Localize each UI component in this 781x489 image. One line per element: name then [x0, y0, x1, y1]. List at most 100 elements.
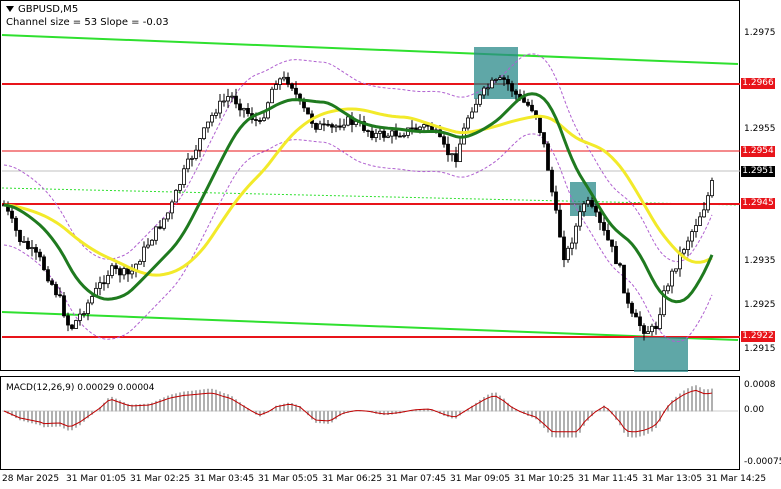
macd-bar: [75, 411, 77, 428]
candle-body: [654, 325, 658, 329]
candle-body: [138, 261, 142, 265]
candle-body: [674, 268, 678, 272]
candle-body: [234, 95, 238, 105]
candle-body: [686, 240, 690, 251]
candle-body: [510, 83, 514, 92]
price-tick: 1.2935: [744, 256, 776, 266]
macd-bar: [451, 411, 453, 419]
candle-body: [542, 132, 546, 145]
price-tick: 1.2925: [744, 300, 776, 310]
candle-body: [222, 100, 226, 103]
candle-body: [526, 101, 530, 106]
candle-body: [246, 108, 250, 114]
candle-body: [378, 130, 382, 134]
candle-body: [290, 83, 294, 89]
candle-body: [106, 275, 110, 285]
candle-body: [190, 157, 194, 160]
price-tick: 1.2955: [744, 124, 776, 134]
candle-body: [574, 225, 578, 244]
macd-bar: [79, 411, 81, 426]
candle-body: [502, 77, 506, 80]
candle-body: [606, 230, 610, 241]
candle-body: [490, 79, 494, 89]
macd-bar: [55, 411, 57, 427]
candle-body: [38, 251, 42, 258]
candle-body: [594, 206, 598, 213]
candle-body: [218, 100, 222, 114]
candle-body: [254, 119, 258, 121]
candle-body: [446, 143, 450, 156]
macd-bar: [547, 411, 549, 433]
macd-bar: [683, 390, 685, 412]
macd-bar: [383, 411, 385, 416]
candle-body: [610, 239, 614, 247]
macd-bar: [183, 391, 185, 412]
macd-bar: [647, 411, 649, 434]
macd-bar: [551, 411, 553, 438]
candle-body: [10, 210, 14, 219]
channel-info: Channel size = 53 Slope = -0.03: [6, 17, 169, 28]
candle-body: [618, 263, 622, 266]
macd-bar: [47, 411, 49, 428]
macd-bar: [27, 411, 29, 423]
macd-bar: [579, 411, 581, 433]
candle-body: [558, 209, 562, 238]
candle-body: [666, 285, 670, 292]
candle-body: [382, 130, 386, 138]
macd-bar: [327, 411, 329, 424]
price-tag-support: 1.2922: [741, 331, 775, 342]
macd-bar: [71, 411, 73, 431]
macd-bar: [19, 411, 21, 421]
macd-bar: [331, 411, 333, 423]
candle-body: [214, 112, 218, 116]
time-label: 28 Mar 2025: [2, 474, 60, 484]
time-label: 31 Mar 01:05: [66, 474, 127, 484]
candle-body: [710, 180, 714, 197]
candle-body: [346, 116, 350, 126]
candle-body: [142, 246, 146, 262]
candle-body: [26, 240, 30, 250]
candle-body: [550, 169, 554, 193]
macd-bar: [559, 411, 561, 438]
macd-bar: [219, 391, 221, 412]
macd-bar: [495, 392, 497, 412]
candle-body: [646, 331, 650, 334]
trading-chart[interactable]: GBPUSD,M5 Channel size = 53 Slope = -0.0…: [0, 0, 781, 489]
macd-bar: [651, 411, 653, 432]
candle-body: [414, 127, 418, 131]
macd-bar: [39, 411, 41, 426]
macd-bar: [35, 411, 37, 425]
candle-body: [418, 126, 422, 131]
time-label: 31 Mar 02:25: [130, 474, 191, 484]
macd-bar: [387, 411, 389, 415]
macd-bar: [223, 393, 225, 412]
time-label: 31 Mar 14:25: [706, 474, 767, 484]
candle-body: [158, 226, 162, 229]
macd-bar: [687, 388, 689, 412]
candle-body: [658, 314, 662, 329]
macd-bar: [171, 394, 173, 412]
time-label: 31 Mar 10:25: [514, 474, 575, 484]
candle-body: [578, 211, 582, 227]
candle-body: [690, 231, 694, 242]
candle-body: [570, 242, 574, 249]
candle-body: [82, 313, 86, 315]
macd-bar: [703, 389, 705, 412]
macd-bar: [23, 411, 25, 422]
candle-body: [430, 125, 434, 131]
macd-bar: [51, 411, 53, 427]
candle-body: [150, 239, 154, 246]
macd-bar: [195, 390, 197, 412]
candle-body: [242, 108, 246, 111]
macd-bar: [631, 411, 633, 438]
macd-bar: [215, 389, 217, 412]
candle-body: [498, 77, 502, 80]
price-chart[interactable]: [0, 0, 781, 489]
candle-body: [554, 191, 558, 211]
dropdown-arrow-icon[interactable]: [6, 6, 14, 12]
candle-body: [450, 153, 454, 156]
candle-body: [402, 134, 406, 137]
price-tag-level: 1.2954: [741, 146, 775, 157]
candle-body: [186, 158, 190, 170]
candle-body: [306, 107, 310, 115]
